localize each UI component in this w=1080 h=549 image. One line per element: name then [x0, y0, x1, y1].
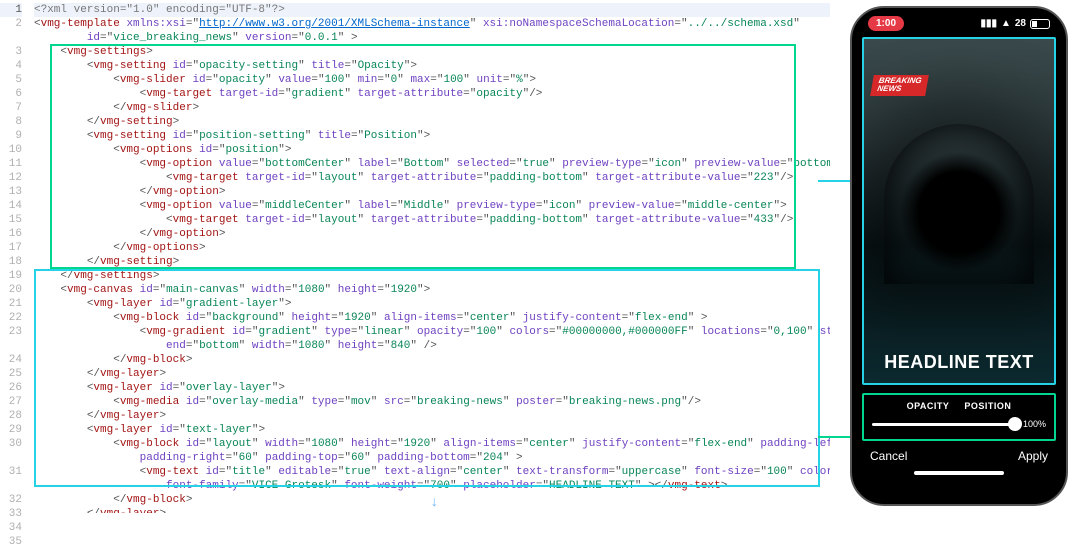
code-editor[interactable]: 1234567891011121314151617181920212223242… — [0, 0, 830, 513]
preview-canvas[interactable]: BREAKINGNEWS HEADLINE TEXT — [862, 37, 1056, 385]
home-indicator — [914, 471, 1004, 475]
breaking-news-badge: BREAKINGNEWS — [870, 75, 928, 96]
battery-icon — [1030, 19, 1050, 29]
slider-thumb[interactable] — [1008, 417, 1022, 431]
slider-value: 100% — [1022, 419, 1046, 429]
status-time: 1:00 — [868, 16, 904, 31]
tab-opacity[interactable]: OPACITY — [907, 401, 950, 411]
line-gutter: 1234567891011121314151617181920212223242… — [0, 0, 30, 513]
status-bar: 1:00 ▮▮▮ ▲ 28 — [852, 8, 1066, 33]
scroll-down-indicator: ↓ — [430, 495, 438, 511]
phone-mockup: 1:00 ▮▮▮ ▲ 28 BREAKINGNEWS HEADLINE TEXT… — [850, 6, 1068, 506]
wifi-icon: ▲ — [1001, 18, 1011, 29]
signal-icon: ▮▮▮ — [980, 18, 997, 29]
tab-position[interactable]: POSITION — [964, 401, 1011, 411]
opacity-slider[interactable] — [872, 423, 1016, 426]
headline-text[interactable]: HEADLINE TEXT — [864, 352, 1054, 373]
code-area[interactable]: <?xml version="1.0" encoding="UTF-8"?><v… — [30, 0, 830, 513]
cancel-button[interactable]: Cancel — [870, 449, 907, 463]
apply-button[interactable]: Apply — [1018, 449, 1048, 463]
battery-pct: 28 — [1015, 18, 1026, 29]
controls-panel: OPACITY POSITION 100% — [862, 393, 1056, 441]
preview-background-image — [884, 124, 1034, 284]
